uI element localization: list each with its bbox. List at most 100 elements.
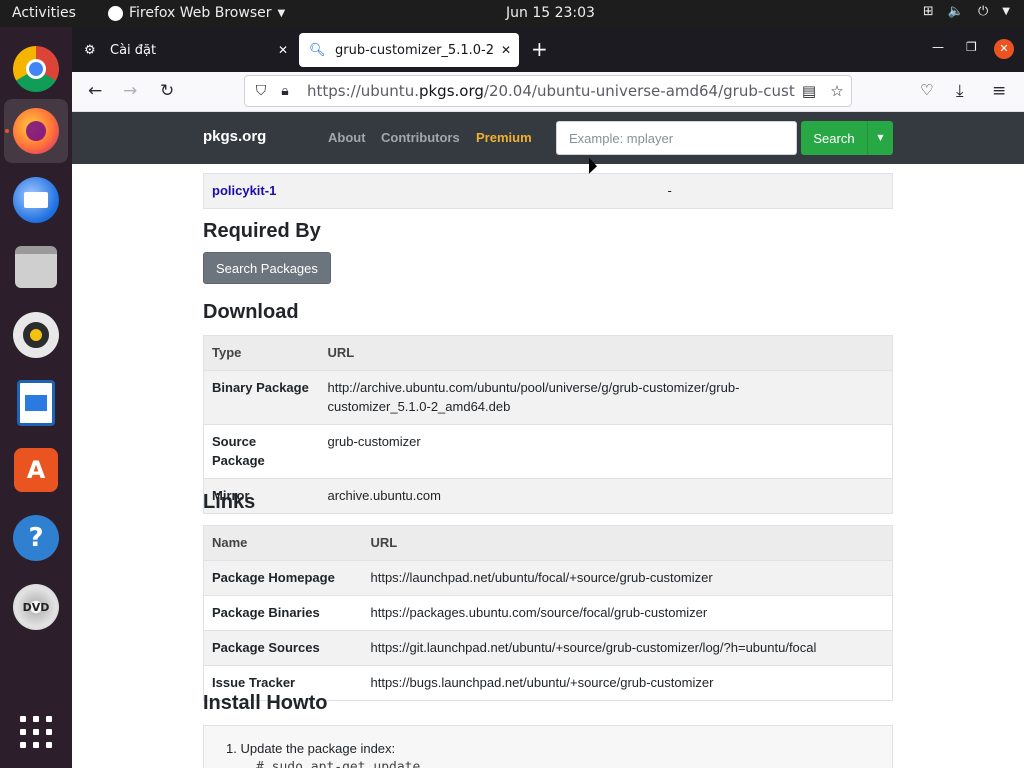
nav-contributors[interactable]: Contributors bbox=[381, 130, 460, 145]
writer-icon bbox=[17, 380, 55, 426]
tab-settings[interactable]: ⚙ Cài đặt ✕ bbox=[74, 33, 296, 67]
system-tray[interactable]: ⊞ 🔈 ⏻ ▼ bbox=[923, 4, 1010, 19]
power-icon: ⏻ bbox=[978, 4, 989, 19]
dock-firefox[interactable] bbox=[4, 99, 68, 163]
nav-premium[interactable]: Premium bbox=[476, 130, 532, 145]
dock-help[interactable]: ? bbox=[4, 506, 68, 570]
table-row: Package Binaries https://packages.ubuntu… bbox=[203, 595, 893, 631]
dock-rhythmbox[interactable] bbox=[4, 303, 68, 367]
forward-arrow-icon[interactable]: → bbox=[123, 81, 137, 101]
nav-about[interactable]: About bbox=[328, 130, 366, 145]
package-search-input[interactable] bbox=[556, 121, 797, 155]
section-heading: Required By bbox=[203, 220, 321, 242]
tab-title: Cài đặt bbox=[110, 42, 157, 58]
table-cell: - bbox=[659, 173, 893, 209]
table-header-row: Type URL bbox=[203, 335, 893, 371]
new-tab-button[interactable]: + bbox=[531, 39, 548, 59]
requires-table-tail: policykit-1 - bbox=[203, 173, 893, 209]
table-cell: Package Binaries bbox=[203, 595, 363, 631]
install-step: 1. Update the package index: bbox=[226, 741, 396, 756]
column-header: URL bbox=[319, 335, 893, 371]
section-heading: Links bbox=[203, 491, 256, 513]
download-section: Download Type URL Binary Package http://… bbox=[203, 301, 893, 514]
show-applications-button[interactable] bbox=[20, 716, 52, 748]
download-icon[interactable]: ⤓ bbox=[956, 81, 964, 101]
install-box: 1. Update the package index: # sudo apt-… bbox=[203, 725, 893, 768]
dock-chrome[interactable] bbox=[4, 37, 68, 101]
dvd-icon: DVD bbox=[13, 584, 59, 630]
ubuntu-dock: A ? DVD bbox=[0, 27, 72, 768]
table-row: policykit-1 - bbox=[203, 173, 893, 209]
search-packages-button[interactable]: Search Packages bbox=[203, 252, 331, 284]
url-bar[interactable]: ⛉ 🔒︎ https://ubuntu.pkgs.org/20.04/ubunt… bbox=[244, 75, 852, 107]
table-row: Binary Package http://archive.ubuntu.com… bbox=[203, 370, 893, 425]
table-header-row: Name URL bbox=[203, 525, 893, 561]
table-cell: Source Package bbox=[203, 424, 320, 479]
window-close-button[interactable]: ✕ bbox=[994, 39, 1014, 59]
table-cell: Binary Package bbox=[203, 370, 320, 425]
chevron-down-icon: ▼ bbox=[277, 7, 286, 19]
back-arrow-icon[interactable]: ← bbox=[88, 81, 102, 101]
dock-writer[interactable] bbox=[4, 371, 68, 435]
close-icon[interactable]: ✕ bbox=[493, 43, 519, 57]
minimize-icon[interactable]: — bbox=[932, 40, 944, 54]
running-indicator bbox=[5, 129, 9, 133]
shield-icon[interactable]: ⛉ bbox=[249, 83, 273, 99]
install-command: # sudo apt-get update bbox=[256, 760, 421, 768]
search-dropdown-toggle[interactable]: ▼ bbox=[867, 121, 893, 155]
gear-icon: ⚙ bbox=[84, 42, 96, 58]
search-button[interactable]: Search bbox=[801, 121, 867, 155]
table-cell: Package Sources bbox=[203, 630, 363, 666]
table-cell: Package Homepage bbox=[203, 560, 363, 596]
table-row: Source Package grub-customizer bbox=[203, 424, 893, 479]
hamburger-menu-icon[interactable]: ≡ bbox=[992, 81, 1006, 101]
page-viewport: pkgs.org About Contributors Premium Sear… bbox=[72, 112, 1024, 768]
app-menu[interactable]: Firefox Web Browser ▼ bbox=[108, 5, 285, 21]
required-by-section: Required By Search Packages bbox=[203, 220, 893, 284]
rhythmbox-icon bbox=[13, 312, 59, 358]
volume-icon: 🔈 bbox=[947, 4, 964, 19]
pocket-icon[interactable]: ♡ bbox=[920, 81, 933, 99]
column-header: Type bbox=[203, 335, 320, 371]
maximize-icon[interactable]: ❐ bbox=[966, 40, 977, 54]
sources-link[interactable]: https://git.launchpad.net/ubuntu/+source… bbox=[362, 630, 893, 666]
chevron-down-icon: ▼ bbox=[1002, 6, 1010, 17]
tab-strip: ⚙ Cài đặt ✕ 🔍︎ grub-customizer_5.1.0-2_ … bbox=[72, 27, 1024, 72]
site-navbar: pkgs.org About Contributors Premium Sear… bbox=[72, 112, 1024, 164]
dock-files[interactable] bbox=[4, 235, 68, 299]
files-icon bbox=[15, 246, 57, 288]
links-section: Links Name URL Package Homepage https://… bbox=[203, 491, 893, 701]
tab-title: grub-customizer_5.1.0-2_ bbox=[335, 42, 493, 58]
table-row: Package Sources https://git.launchpad.ne… bbox=[203, 630, 893, 666]
dock-thunderbird[interactable] bbox=[4, 168, 68, 232]
section-heading: Download bbox=[203, 301, 299, 323]
homepage-link[interactable]: https://launchpad.net/ubuntu/focal/+sour… bbox=[362, 560, 893, 596]
lock-icon[interactable]: 🔒︎ bbox=[273, 83, 297, 99]
network-icon: ⊞ bbox=[922, 4, 934, 19]
package-link[interactable]: policykit-1 bbox=[212, 183, 276, 198]
tab-grub-customizer[interactable]: 🔍︎ grub-customizer_5.1.0-2_ ✕ bbox=[299, 33, 519, 67]
table-row: Package Homepage https://launchpad.net/u… bbox=[203, 560, 893, 596]
links-table: Name URL Package Homepage https://launch… bbox=[203, 525, 893, 701]
binaries-link[interactable]: https://packages.ubuntu.com/source/focal… bbox=[362, 595, 893, 631]
bookmark-star-icon[interactable]: ☆ bbox=[823, 82, 851, 100]
binary-package-link[interactable]: http://archive.ubuntu.com/ubuntu/pool/un… bbox=[319, 370, 893, 425]
reload-icon[interactable]: ↻ bbox=[160, 81, 174, 101]
source-package-link[interactable]: grub-customizer bbox=[319, 424, 893, 479]
reader-view-icon[interactable]: ▤ bbox=[795, 82, 823, 100]
app-menu-label: Firefox Web Browser bbox=[129, 5, 272, 21]
navigation-toolbar: ← → ↻ ⛉ 🔒︎ https://ubuntu.pkgs.org/20.04… bbox=[72, 72, 1024, 112]
install-section: Install Howto 1. Update the package inde… bbox=[203, 692, 893, 768]
clock[interactable]: Jun 15 23:03 bbox=[506, 5, 595, 21]
activities-button[interactable]: Activities bbox=[12, 5, 76, 21]
thunderbird-icon bbox=[13, 177, 59, 223]
dock-dvd[interactable]: DVD bbox=[4, 575, 68, 639]
firefox-small-icon bbox=[108, 5, 123, 21]
search-icon: 🔍︎ bbox=[309, 42, 326, 58]
close-icon[interactable]: ✕ bbox=[270, 43, 296, 57]
dock-software[interactable]: A bbox=[4, 438, 68, 502]
url-text[interactable]: https://ubuntu.pkgs.org/20.04/ubuntu-uni… bbox=[297, 82, 795, 100]
download-table: Type URL Binary Package http://archive.u… bbox=[203, 335, 893, 514]
site-brand[interactable]: pkgs.org bbox=[203, 128, 266, 145]
column-header: Name bbox=[203, 525, 363, 561]
